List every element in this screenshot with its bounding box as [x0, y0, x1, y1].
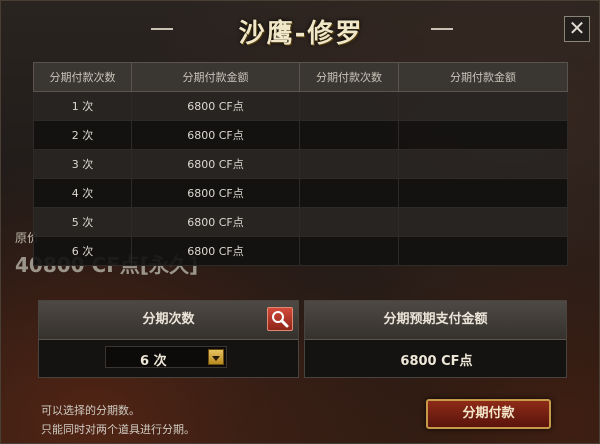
empty-cell	[398, 120, 568, 150]
title-decoration-left	[151, 28, 173, 30]
note-two-items-limit: 只能同时对两个道具进行分期。	[41, 423, 195, 436]
empty-cell	[299, 178, 399, 208]
dialog-title: 沙鹰-修罗	[238, 19, 364, 49]
table-row[interactable]: 6 次 6800 CF点	[33, 236, 568, 266]
column-header-amount: 分期付款金额	[131, 62, 300, 92]
empty-cell	[299, 91, 399, 121]
table-header-row: 分期付款次数 分期付款金额 分期付款次数 分期付款金额	[33, 62, 568, 92]
column-header-count: 分期付款次数	[299, 62, 399, 92]
expected-payment-header: 分期预期支付金额	[305, 301, 566, 340]
installment-pay-button[interactable]: 分期付款	[426, 399, 551, 429]
magnifier-icon-graphic	[272, 311, 289, 328]
dialog-window: 沙鹰-修罗 ✕ 原价 40800 CF点[永久] 分期付款次数 分期付款金额 分…	[0, 0, 600, 444]
installment-count-header: 分期次数	[39, 301, 298, 340]
expected-payment-amount: 6800 CF点	[400, 354, 473, 369]
column-header-count: 分期付款次数	[33, 62, 132, 92]
row-amount: 6800 CF点	[131, 207, 300, 237]
row-count: 2 次	[33, 120, 132, 150]
row-amount: 6800 CF点	[131, 149, 300, 179]
row-amount: 6800 CF点	[131, 91, 300, 121]
title-decoration-right	[431, 28, 453, 30]
empty-cell	[398, 236, 568, 266]
table-row[interactable]: 5 次 6800 CF点	[33, 207, 568, 237]
row-count: 1 次	[33, 91, 132, 121]
table-row[interactable]: 4 次 6800 CF点	[33, 178, 568, 208]
row-count: 4 次	[33, 178, 132, 208]
expected-payment-panel: 分期预期支付金额 6800 CF点	[304, 300, 567, 378]
empty-cell	[398, 91, 568, 121]
table-row[interactable]: 1 次 6800 CF点	[33, 91, 568, 121]
row-count: 3 次	[33, 149, 132, 179]
empty-cell	[398, 178, 568, 208]
magnifier-icon[interactable]	[267, 307, 293, 331]
note-selectable-installments: 可以选择的分期数。	[41, 404, 140, 417]
row-amount: 6800 CF点	[131, 178, 300, 208]
selected-count: 6 次	[140, 354, 167, 369]
triangle-down-graphic	[212, 356, 220, 361]
row-amount: 6800 CF点	[131, 120, 300, 150]
row-amount: 6800 CF点	[131, 236, 300, 266]
empty-cell	[299, 207, 399, 237]
close-icon[interactable]: ✕	[564, 16, 590, 42]
row-count: 5 次	[33, 207, 132, 237]
row-count: 6 次	[33, 236, 132, 266]
installment-table: 分期付款次数 分期付款金额 分期付款次数 分期付款金额 1 次 6800 CF点…	[33, 62, 568, 266]
empty-cell	[398, 149, 568, 179]
column-header-amount: 分期付款金额	[398, 62, 568, 92]
title-bar: 沙鹰-修罗 ✕	[1, 1, 600, 53]
installment-count-select[interactable]: 6 次	[105, 346, 227, 369]
empty-cell	[299, 236, 399, 266]
empty-cell	[299, 149, 399, 179]
empty-cell	[299, 120, 399, 150]
table-row[interactable]: 3 次 6800 CF点	[33, 149, 568, 179]
triangle-down-icon[interactable]	[208, 349, 224, 365]
empty-cell	[398, 207, 568, 237]
table-row[interactable]: 2 次 6800 CF点	[33, 120, 568, 150]
installment-count-panel: 分期次数 6 次	[38, 300, 299, 378]
